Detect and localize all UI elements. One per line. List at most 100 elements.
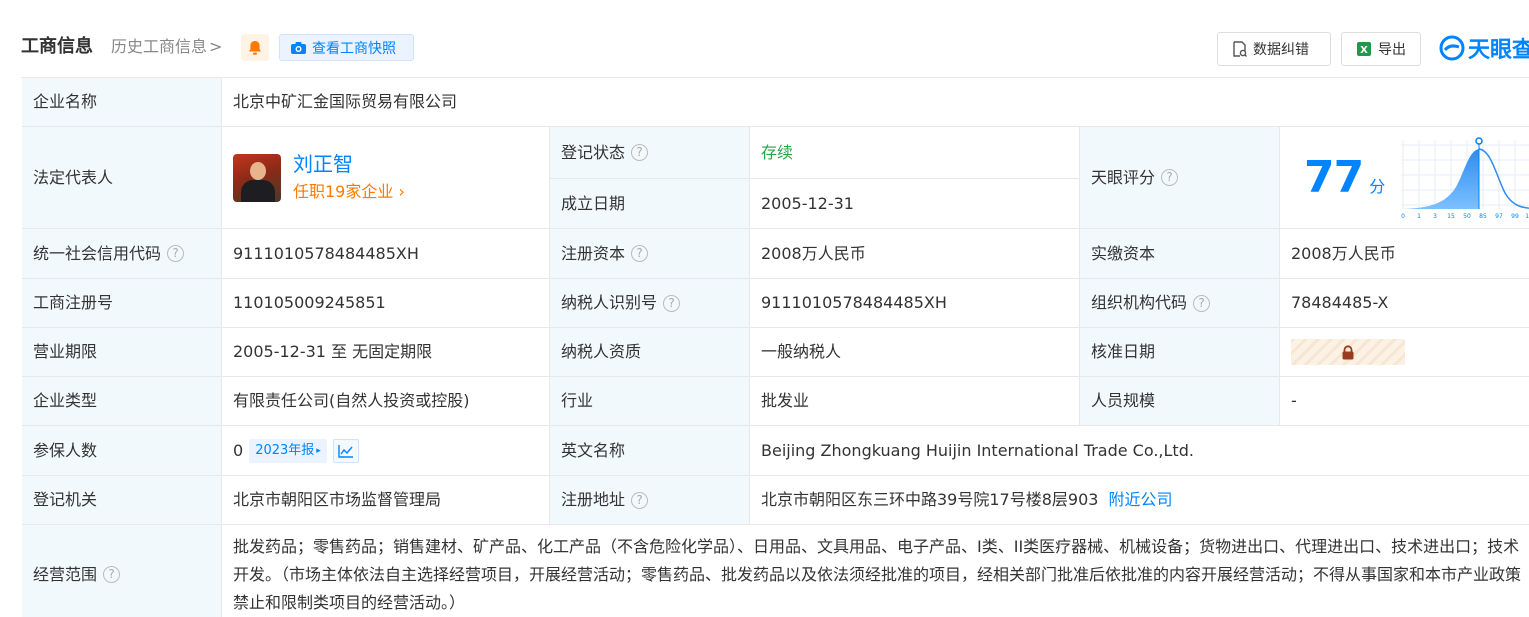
- score-axis-tick: 3: [1433, 213, 1437, 220]
- label-score: 天眼评分?: [1080, 127, 1280, 229]
- avatar[interactable]: [233, 153, 281, 202]
- label-legal-rep: 法定代表人: [22, 127, 222, 229]
- help-icon[interactable]: ?: [1193, 294, 1211, 312]
- data-correct-label[interactable]: 数据纠错: [1253, 39, 1309, 59]
- label-english-name: 英文名称: [550, 426, 750, 476]
- export-label[interactable]: 导出: [1378, 39, 1406, 59]
- value-credit-code: 9111010578484485XH: [222, 229, 550, 279]
- label-text: 组织机构代码: [1091, 293, 1188, 312]
- value-score[interactable]: 77 分 0 1 3 15 50 85 97 99 100: [1280, 127, 1529, 229]
- label-text: 实缴资本: [1091, 243, 1156, 263]
- annual-report-label[interactable]: 2023年报: [255, 439, 314, 463]
- score-axis-tick: 1: [1417, 213, 1421, 220]
- label-credit-code: 统一社会信用代码?: [22, 229, 222, 279]
- tianyancha-logo-icon: [1439, 35, 1465, 61]
- score-axis-tick: 100: [1526, 213, 1529, 220]
- help-icon[interactable]: ?: [631, 144, 649, 161]
- paid-capital-text: 2008万人民币: [1291, 243, 1396, 263]
- industry-text: 批发业: [761, 391, 810, 410]
- score-axis-tick: 97: [1495, 213, 1503, 220]
- legal-rep-companies-label[interactable]: 任职19家企业: [293, 182, 393, 201]
- export-button[interactable]: X 导出: [1341, 32, 1421, 66]
- section-header: 工商信息 历史工商信息 > 查看工商快照 数据纠错 X 导出 天眼查: [0, 0, 1529, 76]
- legal-rep-companies-link[interactable]: 任职19家企业 ›: [293, 179, 405, 205]
- label-industry: 行业: [550, 377, 750, 426]
- caret-right-icon: ▸: [316, 445, 321, 456]
- label-company-name: 企业名称: [22, 78, 222, 127]
- label-text: 人员规模: [1091, 391, 1156, 410]
- monitor-bell-button[interactable]: [241, 34, 269, 61]
- label-text: 经营范围: [33, 564, 98, 584]
- trend-chart-icon: [338, 444, 353, 458]
- score-axis-tick: 15: [1447, 213, 1455, 220]
- value-scope: 批发药品；零售药品；销售建材、矿产品、化工产品（不含危险化学品）、日用品、文具用…: [222, 525, 1529, 617]
- legal-rep-name-link[interactable]: 刘正智: [293, 151, 405, 177]
- help-icon[interactable]: ?: [103, 566, 121, 583]
- trend-chart-button[interactable]: [332, 438, 359, 463]
- score-axis-tick: 50: [1463, 213, 1471, 220]
- label-scope: 经营范围?: [22, 525, 222, 617]
- label-text: 注册资本: [561, 243, 626, 263]
- reg-address-text: 北京市朝阳区东三环中路39号院17号楼8层903: [761, 490, 1099, 509]
- history-link-label[interactable]: 历史工商信息: [111, 37, 207, 56]
- vip-locked-field[interactable]: [1291, 339, 1405, 365]
- lock-icon: [1342, 344, 1354, 359]
- company-type-text: 有限责任公司(自然人投资或控股): [233, 391, 470, 410]
- label-text: 参保人数: [33, 440, 98, 460]
- label-insured: 参保人数: [22, 426, 222, 476]
- value-term: 2005-12-31 至 无固定期限: [222, 328, 550, 377]
- snapshot-button[interactable]: 查看工商快照: [279, 34, 414, 61]
- annual-report-tag[interactable]: 2023年报 ▸: [249, 438, 327, 463]
- data-correct-button[interactable]: 数据纠错: [1217, 32, 1331, 66]
- tax-id-text: 9111010578484485XH: [761, 293, 947, 312]
- snapshot-button-label[interactable]: 查看工商快照: [312, 38, 396, 58]
- value-found-date: 2005-12-31: [750, 179, 1080, 229]
- value-tax-qual: 一般纳税人: [750, 328, 1080, 377]
- value-org-code: 78484485-X: [1280, 279, 1529, 328]
- value-reg-authority: 北京市朝阳区市场监督管理局: [222, 476, 550, 525]
- score-unit: 分: [1369, 176, 1386, 196]
- org-code-text: 78484485-X: [1291, 293, 1389, 312]
- label-reg-capital: 注册资本?: [550, 229, 750, 279]
- business-info-table: 企业名称 北京中矿汇金国际贸易有限公司 法定代表人 刘正智 任职19家企业 › …: [21, 77, 1529, 617]
- credit-code-text: 9111010578484485XH: [233, 243, 419, 263]
- score-distribution-chart: 0 1 3 15 50 85 97 99 100: [1401, 136, 1529, 220]
- score-axis-tick: 0: [1401, 213, 1405, 220]
- value-approve-date: [1280, 328, 1529, 377]
- chevron-right-icon: ›: [398, 181, 405, 201]
- label-text: 核准日期: [1091, 342, 1156, 361]
- label-text: 纳税人识别号: [561, 293, 658, 312]
- value-reg-no: 110105009245851: [222, 279, 550, 328]
- reg-capital-text: 2008万人民币: [761, 243, 866, 263]
- label-tax-id: 纳税人识别号?: [550, 279, 750, 328]
- label-reg-authority: 登记机关: [22, 476, 222, 525]
- label-text: 英文名称: [561, 440, 626, 460]
- label-text: 企业类型: [33, 391, 98, 410]
- label-paid-capital: 实缴资本: [1080, 229, 1280, 279]
- score-axis-tick: 85: [1479, 213, 1487, 220]
- english-name-text: Beijing Zhongkuang Huijin International …: [761, 440, 1194, 460]
- label-company-type: 企业类型: [22, 377, 222, 426]
- value-staff-size: -: [1280, 377, 1529, 426]
- brand-logo: 天眼查: [1439, 32, 1529, 64]
- nearby-companies-link[interactable]: 附近公司: [1108, 488, 1172, 512]
- value-insured: 0 2023年报 ▸: [222, 426, 550, 476]
- help-icon[interactable]: ?: [631, 245, 649, 262]
- help-icon[interactable]: ?: [1161, 169, 1179, 186]
- tax-qual-text: 一般纳税人: [761, 342, 842, 361]
- staff-size-text: -: [1291, 391, 1297, 410]
- svg-text:X: X: [1360, 45, 1368, 56]
- help-icon[interactable]: ?: [167, 245, 185, 262]
- score-axis-tick: 99: [1511, 213, 1519, 220]
- insured-count: 0: [233, 440, 244, 460]
- company-name-text: 北京中矿汇金国际贸易有限公司: [233, 92, 458, 111]
- help-icon[interactable]: ?: [631, 491, 649, 509]
- help-icon[interactable]: ?: [663, 294, 681, 312]
- section-title: 工商信息: [21, 36, 93, 57]
- history-link[interactable]: 历史工商信息 >: [111, 35, 222, 59]
- label-found-date: 成立日期: [550, 179, 750, 229]
- label-text: 统一社会信用代码: [33, 243, 162, 263]
- status-badge: 存续: [761, 142, 794, 162]
- value-paid-capital: 2008万人民币: [1280, 229, 1529, 279]
- label-staff-size: 人员规模: [1080, 377, 1280, 426]
